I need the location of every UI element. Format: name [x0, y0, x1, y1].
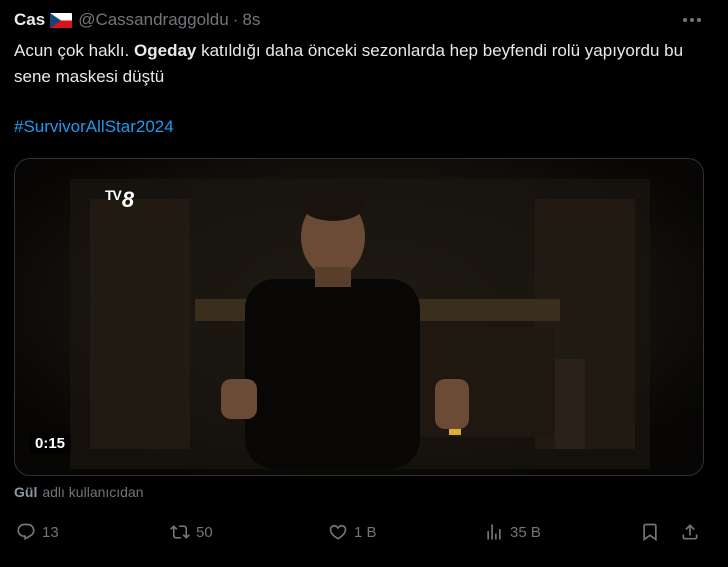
repost-count: 50 — [196, 523, 213, 541]
share-button[interactable] — [680, 522, 700, 542]
tweet-time[interactable]: 8s — [242, 10, 260, 30]
czech-flag-icon — [50, 12, 73, 28]
reply-count: 13 — [42, 523, 59, 541]
source-attribution: Gül adlı kullanıcıdan — [14, 484, 144, 500]
more-options-icon[interactable] — [680, 10, 704, 30]
hashtag-link[interactable]: #SurvivorAllStar2024 — [14, 117, 174, 137]
tweet-text: Acun çok haklı. Ogeday katıldığı daha ön… — [14, 38, 704, 90]
video-duration: 0:15 — [29, 433, 72, 454]
channel-logo-suffix: 8 — [121, 187, 134, 212]
tweet-text-prefix: Acun çok haklı. — [14, 41, 135, 60]
channel-logo: TV8 — [105, 187, 134, 213]
bookmark-button[interactable] — [640, 522, 660, 542]
channel-logo-prefix: TV — [105, 187, 122, 203]
repost-button[interactable]: 50 — [170, 522, 213, 542]
reply-icon — [17, 523, 35, 541]
tweet: Cas @Cassandraggoldu · 8s Acun çok haklı… — [0, 0, 728, 567]
video-player[interactable]: TV8 0:15 — [14, 158, 704, 476]
tweet-actions: 13 50 1 B 35 B — [14, 522, 714, 546]
bookmark-icon — [643, 523, 657, 542]
tweet-text-bold: Ogeday — [134, 41, 197, 60]
author-name[interactable]: Cas — [14, 10, 45, 30]
views-count: 35 B — [510, 523, 541, 541]
reply-button[interactable]: 13 — [16, 522, 59, 542]
share-icon — [682, 524, 698, 540]
like-count: 1 B — [354, 523, 377, 541]
heart-icon — [329, 524, 347, 540]
source-brand[interactable]: Gül — [14, 484, 37, 500]
tweet-header: Cas @Cassandraggoldu · 8s — [14, 9, 260, 31]
source-label: adlı kullanıcıdan — [42, 484, 144, 500]
views-chart-icon — [487, 524, 501, 540]
like-button[interactable]: 1 B — [328, 522, 377, 542]
author-handle[interactable]: @Cassandraggoldu — [78, 10, 229, 30]
views-button[interactable]: 35 B — [484, 522, 541, 542]
separator-dot: · — [232, 10, 239, 29]
repost-icon — [170, 525, 190, 539]
